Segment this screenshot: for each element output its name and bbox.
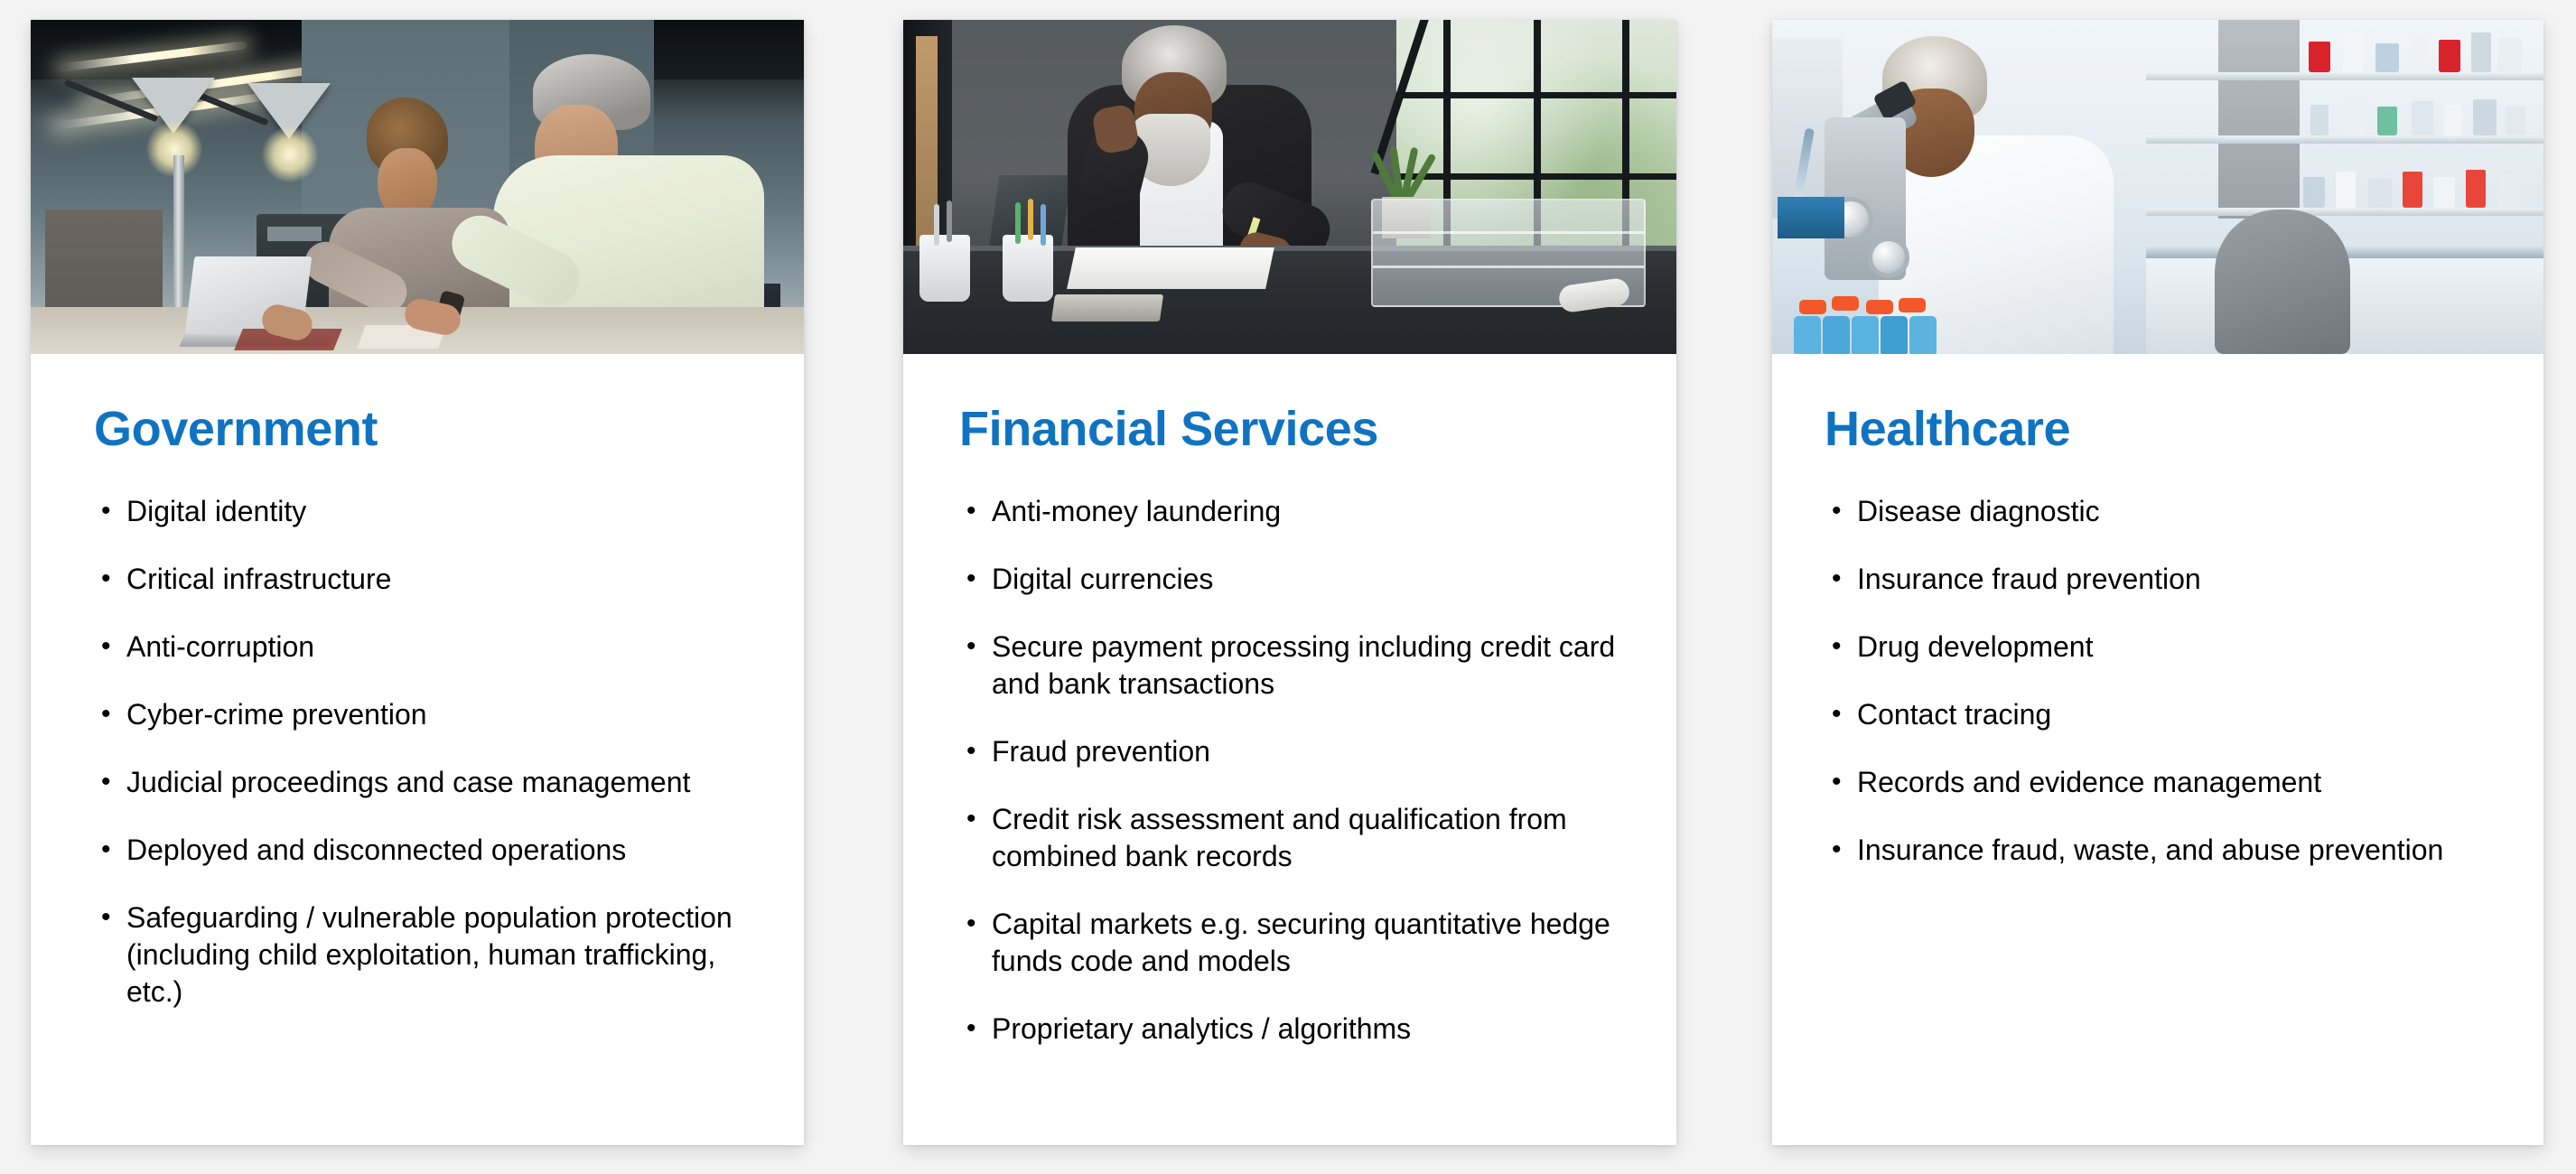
list-item: Digital identity — [94, 492, 762, 530]
card-title-healthcare: Healthcare — [1825, 402, 2071, 456]
list-item: Secure payment processing including cred… — [959, 628, 1635, 703]
businessman-at-desk-photo — [903, 20, 1676, 354]
list-item: Records and evidence management — [1825, 763, 2502, 801]
industry-card-healthcare[interactable]: Healthcare Disease diagnostic Insurance … — [1772, 20, 2543, 1145]
list-item: Insurance fraud, waste, and abuse preven… — [1825, 831, 2502, 869]
list-item: Anti-corruption — [94, 628, 762, 666]
list-item: Insurance fraud prevention — [1825, 560, 2502, 598]
industry-card-financial-services[interactable]: Financial Services Anti-money laundering… — [903, 20, 1676, 1145]
industry-card-government[interactable]: Government Digital identity Critical inf… — [31, 20, 804, 1145]
list-item: Safeguarding / vulnerable population pro… — [94, 899, 762, 1011]
card-body-financial-services: Financial Services Anti-money laundering… — [903, 405, 1676, 1048]
slide-canvas: Government Digital identity Critical inf… — [0, 0, 2576, 1174]
card-body-healthcare: Healthcare Disease diagnostic Insurance … — [1772, 405, 2543, 869]
card-title-government: Government — [94, 402, 378, 456]
industry-card-group: Government Digital identity Critical inf… — [0, 0, 2576, 1174]
lab-scientist-microscope-photo — [1772, 20, 2543, 354]
bullet-list-government: Digital identity Critical infrastructure… — [94, 492, 762, 1011]
office-collaboration-photo — [31, 20, 804, 354]
card-body-government: Government Digital identity Critical inf… — [31, 405, 804, 1011]
list-item: Drug development — [1825, 628, 2502, 666]
list-item: Deployed and disconnected operations — [94, 831, 762, 869]
list-item: Cyber-crime prevention — [94, 695, 762, 733]
list-item: Capital markets e.g. securing quantitati… — [959, 905, 1635, 980]
list-item: Disease diagnostic — [1825, 492, 2502, 530]
list-item: Judicial proceedings and case management — [94, 763, 762, 801]
list-item: Critical infrastructure — [94, 560, 762, 598]
bullet-list-healthcare: Disease diagnostic Insurance fraud preve… — [1825, 492, 2502, 869]
list-item: Fraud prevention — [959, 732, 1635, 770]
list-item: Contact tracing — [1825, 695, 2502, 733]
list-item: Digital currencies — [959, 560, 1635, 598]
list-item: Anti-money laundering — [959, 492, 1635, 530]
bullet-list-financial-services: Anti-money laundering Digital currencies… — [959, 492, 1635, 1048]
list-item: Proprietary analytics / algorithms — [959, 1010, 1635, 1048]
card-title-financial-services: Financial Services — [959, 402, 1379, 456]
list-item: Credit risk assessment and qualification… — [959, 800, 1635, 875]
